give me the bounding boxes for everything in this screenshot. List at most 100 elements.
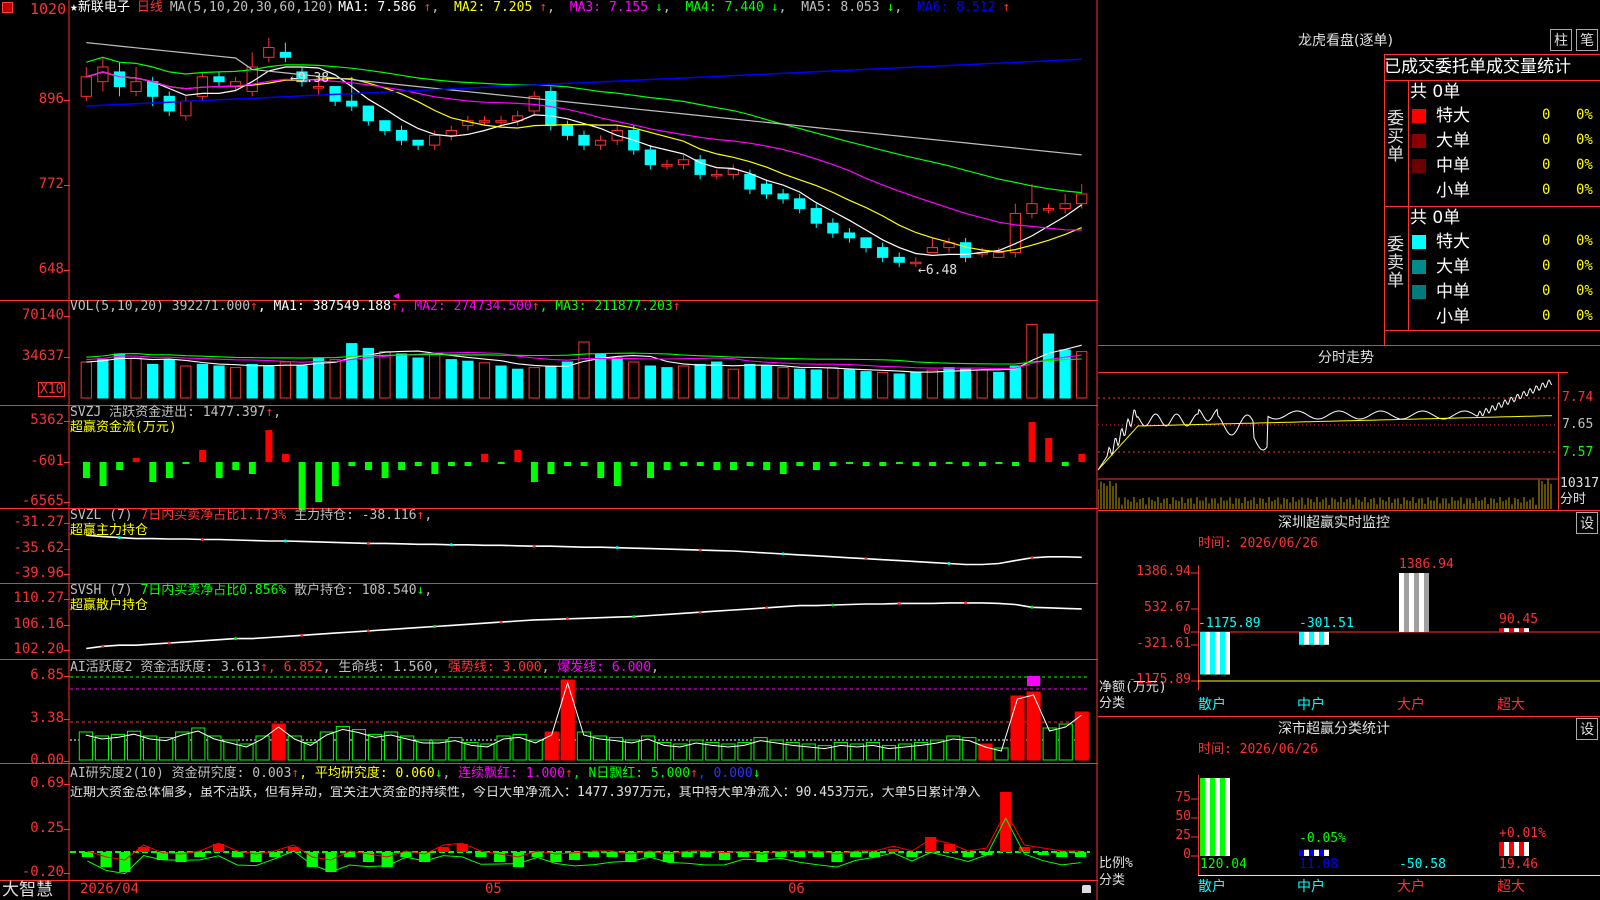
ma-value-4: MA4: 7.440: [685, 0, 764, 15]
volume-bar: [976, 369, 988, 399]
retail-dot: [167, 641, 171, 645]
ai2-y-tick-0: 0.69: [30, 775, 64, 791]
research-bar: [775, 852, 787, 857]
volume-bar: [495, 365, 507, 399]
flow-bar: [1028, 422, 1036, 462]
svzl-header-part-0: SVZL (7): [70, 508, 141, 523]
tab-filled[interactable]: 已成交: [1384, 57, 1435, 77]
intraday-tick-0: 7.74: [1562, 390, 1594, 405]
sz-class-top-label-1: -0.05%: [1299, 831, 1346, 846]
flow-bar: [763, 462, 771, 470]
order-row-label: 中单: [1436, 156, 1470, 176]
ma-value-2: MA2: 7.205: [454, 0, 533, 15]
research-bar: [906, 852, 918, 857]
retail-dot: [300, 633, 304, 637]
sz-class-bar-stripe: [1519, 841, 1524, 856]
tick-mark: [64, 100, 70, 101]
flow-bar: [232, 462, 240, 470]
flow-bar: [547, 462, 555, 474]
sz-monitor-bar-stripe: [1215, 632, 1220, 675]
sz-monitor-bar-stripe: [1519, 628, 1524, 632]
candle: [744, 173, 756, 190]
volume-bar: [727, 368, 739, 399]
ai2-header-part-6: ↑: [564, 766, 573, 781]
flow-bar: [447, 462, 455, 466]
volume-bar: [561, 361, 574, 399]
order-row-count: 0: [1542, 308, 1551, 324]
kline-header: ★新联电子 日线 MA(5,10,20,30,60,120) MA1: 7.586 ↑,…: [70, 1, 1024, 15]
candle: [1076, 193, 1088, 205]
activity-bar: [191, 727, 206, 761]
period-label[interactable]: 日线: [137, 0, 163, 15]
sz-class-bar-stripe: [1215, 778, 1220, 856]
volume-bar: [694, 363, 706, 399]
ai1-header-part-6: ,: [541, 660, 558, 675]
lock-icon[interactable]: [1082, 885, 1091, 893]
retail-line: [86, 602, 1082, 650]
candle: [794, 198, 806, 210]
main-force-dot: [864, 557, 868, 561]
tick-mark: [64, 873, 70, 874]
candle: [677, 159, 690, 166]
order-row-pct: 0%: [1576, 157, 1593, 173]
svzl-header-part-1: 7日内买卖净占比1.173%: [140, 508, 287, 523]
activity-bar: [1010, 695, 1025, 761]
order-row-count: 0: [1542, 258, 1551, 274]
retail-dot: [1030, 605, 1034, 609]
tab-orders[interactable]: 委托单: [1435, 57, 1486, 77]
main-force-dot: [283, 539, 287, 543]
main-force-dot: [532, 544, 536, 548]
sz-monitor-bar-stripe: [1414, 573, 1419, 632]
tick-mark: [64, 719, 70, 720]
tick-mark: [64, 523, 70, 524]
flow-bar: [215, 462, 223, 478]
candle: [130, 81, 142, 92]
sz-class-bar: [1299, 849, 1329, 856]
menu-icon[interactable]: [2, 2, 13, 13]
vol-header: VOL(5,10,20) 392271.000↑, MA1: 387549.18…: [70, 300, 681, 314]
sz-monitor-bar-stripe: [1324, 632, 1329, 645]
tick-mark: [64, 462, 70, 463]
flow-bar: [846, 462, 854, 464]
tick-mark: [64, 421, 70, 422]
candle: [843, 232, 856, 239]
sz-class-bar-stripe: [1314, 849, 1319, 856]
volume-bar: [611, 357, 623, 399]
ai2-header-part-5: 连续飘红: 1.000: [458, 766, 565, 781]
volume-bar: [528, 367, 540, 399]
sz-monitor-settings-button[interactable]: 设: [1576, 512, 1598, 534]
ai2-header-part-2: , 平均研究度: 0.060: [299, 766, 435, 781]
ai1-header-part-0: AI活跃度2 资金活跃度: 3.613: [70, 660, 261, 675]
retail-dot: [764, 606, 768, 610]
candle: [97, 66, 109, 83]
flow-bar: [879, 462, 887, 466]
sz-class-title: 深市超赢分类统计: [1278, 721, 1390, 737]
activity-bar: [544, 731, 559, 761]
favorite-star-icon[interactable]: ★: [70, 0, 78, 15]
flow-bar: [995, 462, 1003, 464]
pen-mode-button[interactable]: 笔: [1576, 29, 1598, 51]
main-force-dot: [698, 548, 702, 552]
svzj-y-tick-0: 5362: [30, 412, 64, 428]
ai1-header-part-3: , 生命线: 1.560: [322, 660, 433, 675]
flow-bar: [978, 462, 986, 466]
sz-class-bar-stripe: [1205, 778, 1210, 856]
tab-volume-stats[interactable]: 成交量统计: [1486, 57, 1571, 77]
sz-monitor-ylabel: 净额(万元): [1099, 680, 1167, 695]
volume-bar: [959, 368, 972, 399]
svzj-y-tick-2: -6565: [21, 493, 64, 509]
activity-bar: [496, 735, 511, 761]
volume-bar: [130, 357, 142, 399]
candle: [263, 47, 275, 58]
tick-mark: [64, 502, 70, 503]
sz-monitor-date: 时间: 2026/06/26: [1198, 536, 1318, 551]
sz-class-settings-button[interactable]: 设: [1576, 718, 1598, 740]
bar-mode-button[interactable]: 柱: [1550, 29, 1572, 51]
sz-monitor-value-3: 90.45: [1499, 612, 1539, 628]
sz-monitor-bar: [1299, 632, 1329, 645]
flow-bar: [912, 462, 920, 466]
sz-class-xlabel: 分类: [1099, 873, 1126, 888]
candle: [113, 71, 126, 88]
order-color-swatch: [1412, 285, 1426, 299]
sz-monitor-bar-stripe: [1314, 632, 1319, 645]
